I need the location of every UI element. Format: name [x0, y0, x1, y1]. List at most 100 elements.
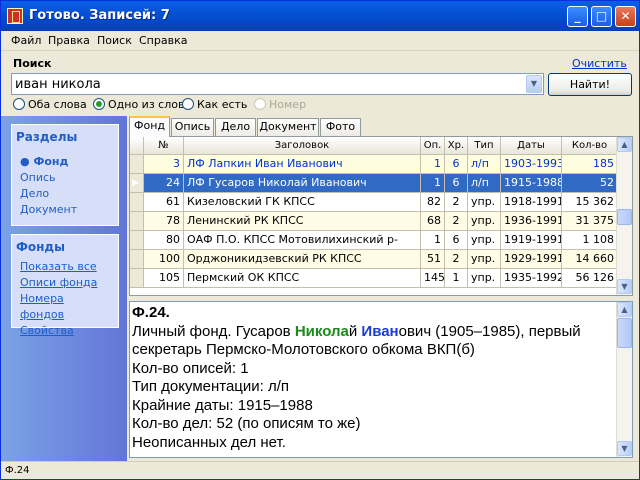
cell-dates[interactable]: 1935-1992	[501, 269, 562, 288]
cell-title[interactable]: Кизеловский ГК КПСС	[184, 193, 421, 212]
cell-dates[interactable]: 1915-1988	[501, 174, 562, 193]
tab-opis[interactable]: Опись	[171, 118, 214, 136]
scroll-thumb[interactable]	[617, 209, 632, 225]
menu-file[interactable]: Файл	[11, 34, 41, 47]
cell-count[interactable]: 14 660	[562, 250, 618, 269]
section-fond[interactable]: ● Фонд	[12, 154, 118, 170]
cell-count[interactable]: 56 126	[562, 269, 618, 288]
row-indicator[interactable]	[130, 250, 144, 269]
row-indicator[interactable]	[130, 155, 144, 174]
cell-title[interactable]: ЛФ Лапкин Иван Иванович	[184, 155, 421, 174]
cell-num[interactable]: 78	[144, 212, 184, 231]
scroll-up-icon[interactable]: ▲	[617, 302, 632, 317]
cell-num[interactable]: 61	[144, 193, 184, 212]
cell-type[interactable]: упр.	[468, 212, 501, 231]
table-row[interactable]: 80 ОАФ П.О. КПСС Мотовилихинский р- 1 6 упр.…	[130, 231, 618, 250]
table-scrollbar[interactable]: ▲ ▼	[616, 137, 632, 295]
tab-document[interactable]: Документ	[257, 118, 319, 136]
cell-hr[interactable]: 2	[445, 212, 468, 231]
cell-type[interactable]: упр.	[468, 193, 501, 212]
cell-count[interactable]: 52	[562, 174, 618, 193]
cell-op[interactable]: 82	[421, 193, 445, 212]
row-indicator[interactable]	[130, 193, 144, 212]
cell-num[interactable]: 3	[144, 155, 184, 174]
detail-scrollbar[interactable]: ▲ ▼	[616, 302, 632, 457]
tab-fond[interactable]: Фонд	[129, 116, 170, 137]
fund-inventories-link[interactable]: Описи фонда	[12, 275, 118, 291]
cell-num[interactable]: 80	[144, 231, 184, 250]
cell-dates[interactable]: 1918-1991	[501, 193, 562, 212]
cell-title[interactable]: Ленинский РК КПСС	[184, 212, 421, 231]
cell-hr[interactable]: 1	[445, 269, 468, 288]
cell-type[interactable]: упр.	[468, 231, 501, 250]
cell-op[interactable]: 1	[421, 231, 445, 250]
clear-link[interactable]: Очистить	[572, 57, 627, 70]
col-header-count[interactable]: Кол-во	[562, 137, 618, 155]
cell-op[interactable]: 1	[421, 155, 445, 174]
section-delo[interactable]: Дело	[12, 186, 118, 202]
cell-hr[interactable]: 6	[445, 231, 468, 250]
table-row[interactable]: 105 Пермский ОК КПСС 145 1 упр. 1935-1992 56 1…	[130, 269, 618, 288]
cell-hr[interactable]: 2	[445, 193, 468, 212]
cell-hr[interactable]: 6	[445, 155, 468, 174]
close-button[interactable]: ✕	[615, 6, 636, 27]
maximize-button[interactable]: □	[591, 6, 612, 27]
table-row[interactable]: 78 Ленинский РК КПСС 68 2 упр. 1936-1991 31 37…	[130, 212, 618, 231]
cell-count[interactable]: 15 362	[562, 193, 618, 212]
cell-title[interactable]: Пермский ОК КПСС	[184, 269, 421, 288]
scroll-down-icon[interactable]: ▼	[617, 279, 632, 294]
cell-hr[interactable]: 2	[445, 250, 468, 269]
col-header-dates[interactable]: Даты	[501, 137, 562, 155]
cell-type[interactable]: л/п	[468, 155, 501, 174]
cell-count[interactable]: 185	[562, 155, 618, 174]
scroll-down-icon[interactable]: ▼	[617, 441, 632, 456]
section-opis[interactable]: Опись	[12, 170, 118, 186]
cell-count[interactable]: 1 108	[562, 231, 618, 250]
col-header-type[interactable]: Тип	[468, 137, 501, 155]
cell-title[interactable]: ЛФ Гусаров Николай Иванович	[184, 174, 421, 193]
current-row-arrow-icon[interactable]: ▶	[130, 174, 144, 193]
row-indicator[interactable]	[130, 212, 144, 231]
cell-count[interactable]: 31 375	[562, 212, 618, 231]
cell-dates[interactable]: 1929-1991	[501, 250, 562, 269]
radio-both-words[interactable]: Оба слова	[13, 98, 87, 111]
cell-num[interactable]: 100	[144, 250, 184, 269]
menu-edit[interactable]: Правка	[48, 34, 90, 47]
minimize-button[interactable]: _	[567, 6, 588, 27]
menu-help[interactable]: Справка	[139, 34, 187, 47]
table-row[interactable]: ▶ 24 ЛФ Гусаров Николай Иванович 1 6 л/п 1915-…	[130, 174, 618, 193]
title-bar[interactable]: Готово. Записей: 7 _ □ ✕	[1, 1, 639, 31]
funds-table[interactable]: № Заголовок Оп. Хр. Тип Даты Кол-во 3 ЛФ …	[129, 136, 633, 296]
cell-op[interactable]: 51	[421, 250, 445, 269]
section-document[interactable]: Документ	[12, 202, 118, 218]
radio-any-word[interactable]: Одно из слов	[93, 98, 184, 111]
cell-dates[interactable]: 1903-1993	[501, 155, 562, 174]
col-header-num[interactable]: №	[144, 137, 184, 155]
fund-numbers-link[interactable]: Номера фондов	[12, 291, 118, 323]
row-indicator[interactable]	[130, 231, 144, 250]
cell-hr[interactable]: 6	[445, 174, 468, 193]
cell-dates[interactable]: 1936-1991	[501, 212, 562, 231]
cell-num[interactable]: 105	[144, 269, 184, 288]
app-icon[interactable]	[7, 8, 23, 24]
cell-num[interactable]: 24	[144, 174, 184, 193]
table-row[interactable]: 61 Кизеловский ГК КПСС 82 2 упр. 1918-1991 15 …	[130, 193, 618, 212]
cell-title[interactable]: Орджоникидзевский РК КПСС	[184, 250, 421, 269]
cell-op[interactable]: 145	[421, 269, 445, 288]
col-header-hr[interactable]: Хр.	[445, 137, 468, 155]
find-button[interactable]: Найти!	[548, 73, 632, 96]
menu-search[interactable]: Поиск	[97, 34, 132, 47]
tab-delo[interactable]: Дело	[215, 118, 256, 136]
row-indicator[interactable]	[130, 269, 144, 288]
cell-op[interactable]: 1	[421, 174, 445, 193]
table-row[interactable]: 3 ЛФ Лапкин Иван Иванович 1 6 л/п 1903-1993 18…	[130, 155, 618, 174]
scroll-thumb[interactable]	[617, 318, 632, 348]
scroll-up-icon[interactable]: ▲	[617, 137, 632, 152]
cell-dates[interactable]: 1919-1991	[501, 231, 562, 250]
search-input[interactable]: иван никола ▼	[11, 73, 544, 95]
table-row[interactable]: 100 Орджоникидзевский РК КПСС 51 2 упр. 1929-…	[130, 250, 618, 269]
cell-title[interactable]: ОАФ П.О. КПСС Мотовилихинский р-	[184, 231, 421, 250]
radio-exact[interactable]: Как есть	[182, 98, 247, 111]
cell-type[interactable]: упр.	[468, 269, 501, 288]
cell-type[interactable]: л/п	[468, 174, 501, 193]
